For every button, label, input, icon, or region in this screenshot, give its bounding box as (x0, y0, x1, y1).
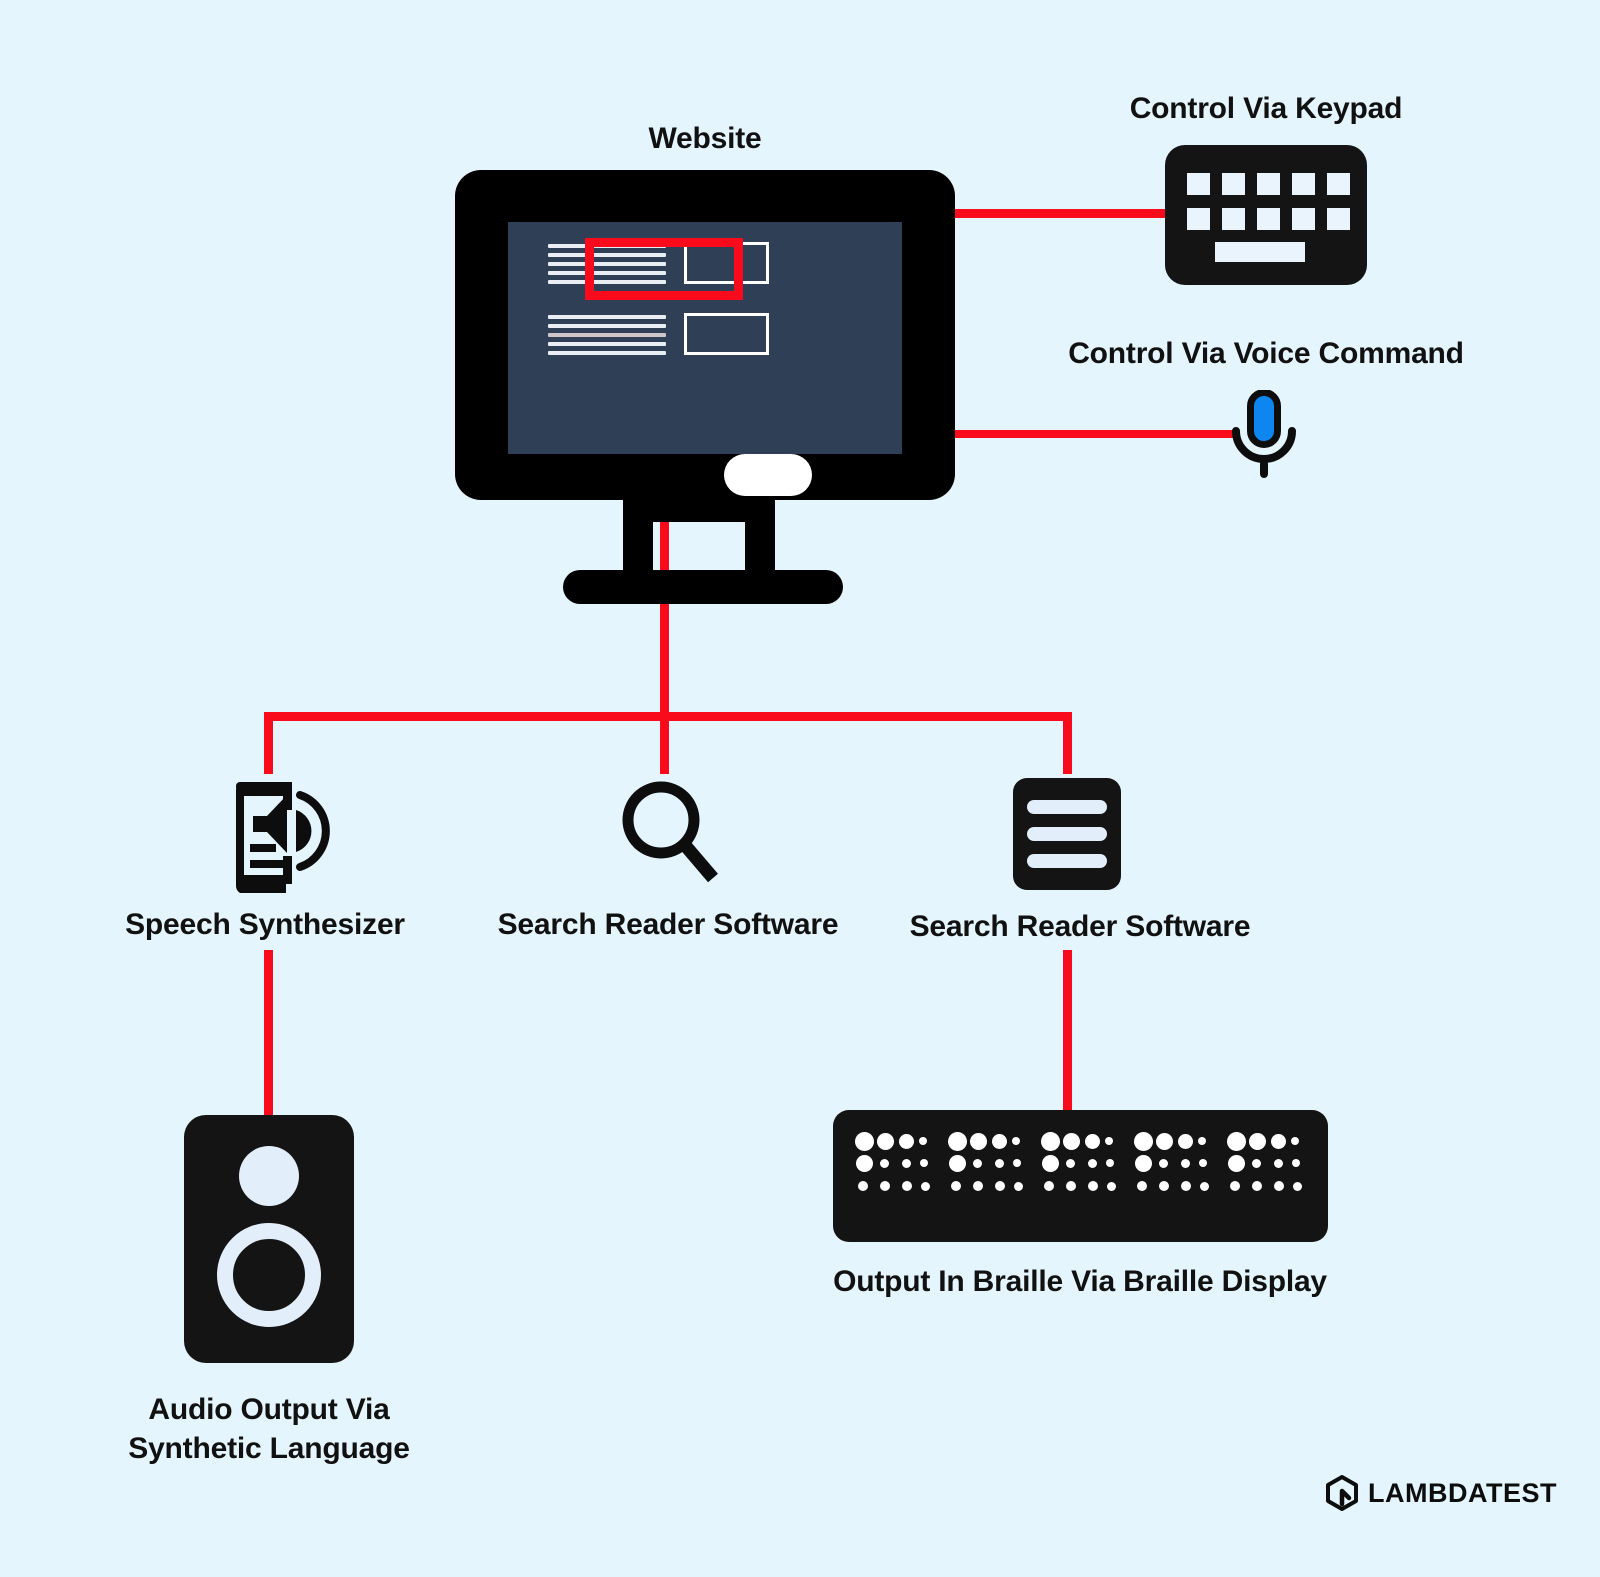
microphone-icon (1228, 389, 1300, 486)
screen-cta-button[interactable] (724, 454, 812, 496)
kbd-key (1327, 173, 1350, 195)
speech-synthesizer-icon (228, 778, 332, 894)
search-reader-software-label-2: Search Reader Software (909, 910, 1251, 943)
kbd-key (1257, 208, 1280, 230)
kbd-spacebar-key (1215, 242, 1305, 262)
list-line (1027, 827, 1107, 841)
screen-text-line (548, 324, 666, 328)
screen-text-line (548, 333, 666, 337)
website-monitor (455, 170, 955, 610)
kbd-key (1257, 173, 1280, 195)
braille-output-label: Output In Braille Via Braille Display (833, 1265, 1327, 1298)
infographic-canvas: Website Control Via Keypad Control Via V… (0, 0, 1600, 1577)
keypad-label: Control Via Keypad (1129, 92, 1403, 125)
website-label: Website (648, 122, 762, 155)
monitor-bezel (455, 170, 955, 500)
braille-cell (1134, 1132, 1209, 1194)
audio-output-label-line1: Audio Output Via (148, 1393, 390, 1426)
wire-monitor-to-microphone (950, 430, 1238, 438)
wire-monitor-to-keypad (950, 209, 1172, 218)
screen-focus-highlight (585, 238, 743, 300)
wire-speech-to-speaker (264, 950, 273, 1120)
braille-display-icon (833, 1110, 1328, 1242)
screen-text-line (548, 315, 666, 319)
wire-drop-list (1063, 712, 1072, 774)
list-line (1027, 800, 1107, 814)
list-lines-icon (1013, 778, 1121, 890)
braille-cell (855, 1132, 930, 1194)
speaker-icon (184, 1115, 354, 1363)
screen-text-block-2 (548, 315, 666, 360)
kbd-key (1187, 173, 1210, 195)
screen-image-box-2 (684, 313, 769, 355)
kbd-key (1187, 208, 1210, 230)
audio-output-label-line2: Synthetic Language (128, 1432, 410, 1465)
screen-text-line (548, 342, 666, 346)
lambdatest-logo: LAMBDATEST (1325, 1475, 1557, 1511)
monitor-base (563, 570, 843, 604)
speaker-woofer (217, 1223, 321, 1327)
keypad-icon (1165, 145, 1367, 285)
wire-drop-speech (264, 712, 273, 774)
wire-drop-search (660, 712, 669, 774)
list-line (1027, 854, 1107, 868)
braille-cell (1227, 1132, 1302, 1194)
braille-cell (1041, 1132, 1116, 1194)
lambdatest-wordmark: LAMBDATEST (1368, 1477, 1557, 1508)
search-reader-software-label-1: Search Reader Software (497, 908, 839, 941)
braille-cell (948, 1132, 1023, 1194)
magnifier-icon (618, 778, 723, 888)
screen-text-line (548, 351, 666, 355)
kbd-key (1222, 208, 1245, 230)
wire-list-to-braille (1063, 950, 1072, 1115)
kbd-key (1292, 173, 1315, 195)
speaker-tweeter (239, 1146, 299, 1206)
kbd-key (1222, 173, 1245, 195)
speech-synthesizer-label: Speech Synthesizer (125, 908, 405, 941)
kbd-key (1327, 208, 1350, 230)
kbd-key (1292, 208, 1315, 230)
lambdatest-hexagon-icon (1325, 1475, 1359, 1511)
voice-command-label: Control Via Voice Command (1068, 337, 1464, 370)
